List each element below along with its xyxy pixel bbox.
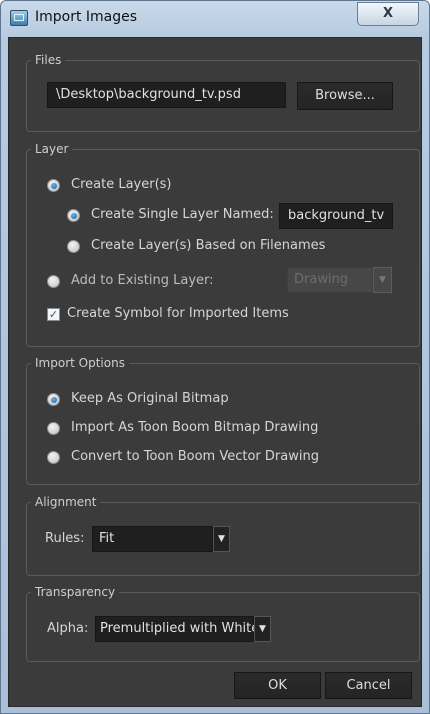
import-bitmap-drawing-radio[interactable] [47,422,60,435]
app-icon [10,10,28,26]
rules-dropdown[interactable]: Fit [92,526,213,552]
file-path-field[interactable]: \Desktop\background_tv.psd [47,82,286,108]
based-on-filenames-label[interactable]: Create Layer(s) Based on Filenames [91,238,325,254]
dialog-body: Files \Desktop\background_tv.psd Browse.… [8,37,422,707]
keep-original-bitmap-radio[interactable] [47,393,60,406]
import-options-group: Import Options Keep As Original Bitmap I… [26,355,420,485]
existing-layer-dropdown-arrow[interactable]: ▼ [373,267,392,293]
keep-original-bitmap-label[interactable]: Keep As Original Bitmap [71,391,229,407]
existing-layer-dropdown[interactable]: Drawing [287,267,373,293]
create-single-layer-label[interactable]: Create Single Layer Named: [91,207,274,223]
transparency-group: Transparency Alpha: Premultiplied with W… [26,584,420,662]
cancel-button[interactable]: Cancel [325,672,412,699]
alignment-group-title: Alignment [31,494,101,510]
files-group-title: Files [31,52,66,68]
convert-vector-drawing-radio[interactable] [47,451,60,464]
title-bar[interactable]: Import Images X [1,1,429,37]
window-title: Import Images [35,9,138,25]
create-symbol-checkbox[interactable]: ✓ [47,308,60,321]
transparency-group-title: Transparency [31,584,120,600]
create-layers-label[interactable]: Create Layer(s) [71,177,172,193]
single-layer-name-field[interactable]: background_tv [279,203,393,229]
rules-label: Rules: [45,531,85,546]
layer-group-title: Layer [31,141,73,157]
browse-button[interactable]: Browse... [297,82,393,110]
files-group: Files \Desktop\background_tv.psd Browse.… [26,52,420,132]
alignment-group: Alignment Rules: Fit ▼ [26,494,420,576]
import-bitmap-drawing-label[interactable]: Import As Toon Boom Bitmap Drawing [71,420,318,436]
create-layers-radio[interactable] [47,179,60,192]
import-options-group-title: Import Options [31,355,129,371]
create-single-layer-radio[interactable] [67,209,80,222]
alpha-dropdown-arrow[interactable]: ▼ [254,616,271,642]
convert-vector-drawing-label[interactable]: Convert to Toon Boom Vector Drawing [71,449,319,465]
rules-dropdown-arrow[interactable]: ▼ [213,526,230,552]
ok-button[interactable]: OK [234,672,321,699]
based-on-filenames-radio[interactable] [67,240,80,253]
import-images-window: Import Images X Files \Desktop\backgroun… [0,0,430,714]
add-existing-layer-label[interactable]: Add to Existing Layer: [71,273,214,289]
add-existing-layer-radio[interactable] [47,275,60,288]
layer-group: Layer Create Layer(s) Create Single Laye… [26,141,420,347]
alpha-dropdown[interactable]: Premultiplied with White [95,616,259,642]
alpha-label: Alpha: [47,621,89,636]
close-button[interactable]: X [357,2,419,26]
create-symbol-label[interactable]: Create Symbol for Imported Items [67,306,289,322]
